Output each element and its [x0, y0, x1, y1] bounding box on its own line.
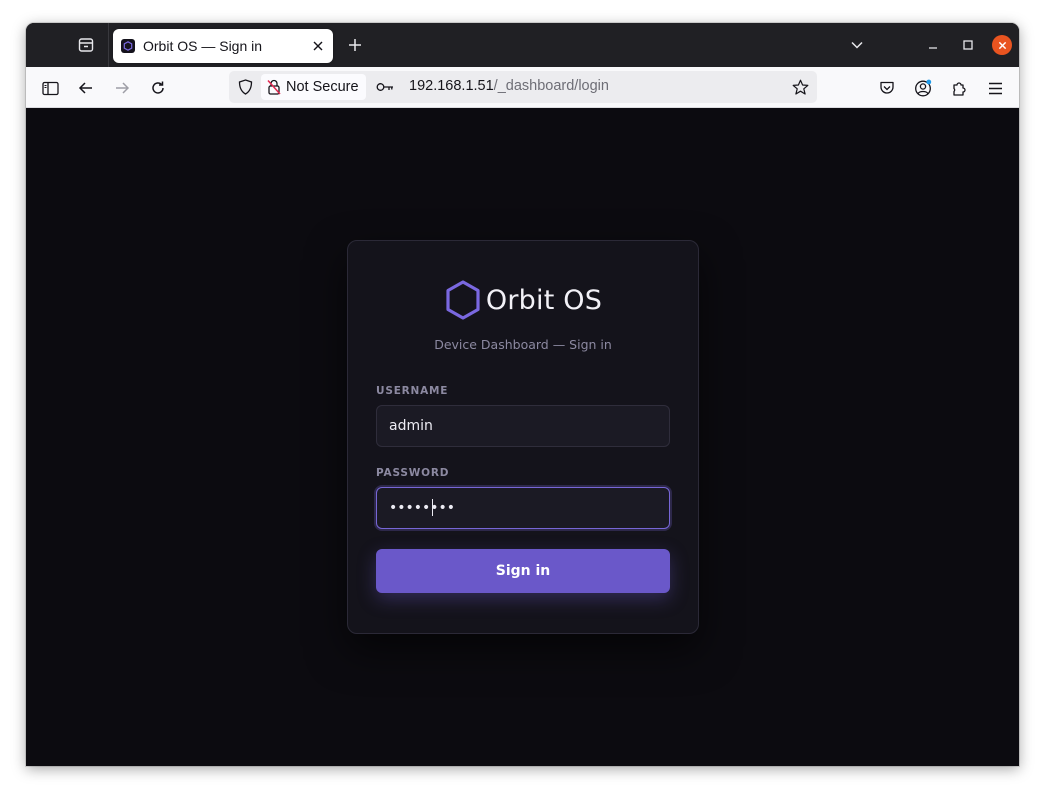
app-menu-button[interactable] — [983, 76, 1007, 100]
star-icon — [792, 79, 808, 95]
broken-lock-icon — [267, 79, 281, 95]
url-host: 192.168.1.51 — [409, 78, 494, 94]
plus-icon — [349, 39, 361, 51]
arrow-left-icon — [78, 82, 92, 94]
site-security-button[interactable]: Not Secure — [261, 74, 366, 100]
url-path: /_dashboard/login — [493, 78, 609, 94]
shield-icon — [238, 79, 252, 95]
forward-button[interactable] — [110, 76, 134, 100]
firefox-view-icon — [78, 38, 94, 52]
saved-logins-button[interactable] — [375, 77, 395, 97]
navigation-toolbar: Not Secure 192.168.1.51/_dashboard/login — [26, 67, 1019, 108]
password-input[interactable] — [376, 487, 670, 529]
username-label: USERNAME — [376, 385, 449, 397]
new-tab-button[interactable] — [344, 34, 366, 56]
close-icon — [313, 41, 323, 51]
back-button[interactable] — [74, 76, 98, 100]
close-icon — [998, 41, 1006, 49]
browser-window: Orbit OS — Sign in Not Secure 192.168.1.… — [26, 23, 1019, 766]
account-icon — [915, 79, 932, 97]
brand-name: Orbit OS — [485, 284, 603, 316]
hexagon-favicon-icon — [121, 39, 135, 53]
minimize-icon — [929, 47, 937, 49]
active-tab[interactable]: Orbit OS — Sign in — [113, 29, 333, 63]
tab-close-button[interactable] — [309, 37, 327, 55]
tracking-protection-button[interactable] — [235, 77, 255, 97]
bookmark-button[interactable] — [790, 77, 810, 97]
tab-title: Orbit OS — Sign in — [143, 38, 263, 54]
tab-divider — [108, 23, 109, 67]
puzzle-icon — [953, 81, 966, 96]
hexagon-logo-icon — [446, 280, 480, 320]
arrow-right-icon — [116, 82, 130, 94]
sidebar-icon — [41, 81, 59, 95]
extensions-button[interactable] — [947, 76, 971, 100]
tab-strip: Orbit OS — Sign in — [26, 23, 1019, 67]
page-subtitle: Device Dashboard — Sign in — [434, 337, 612, 352]
text-caret — [432, 499, 433, 516]
sign-in-button[interactable]: Sign in — [376, 549, 670, 593]
minimize-button[interactable] — [923, 35, 943, 55]
reload-button[interactable] — [146, 76, 170, 100]
not-secure-label: Not Secure — [286, 79, 359, 95]
username-input[interactable] — [376, 405, 670, 447]
chevron-down-icon — [851, 41, 863, 49]
maximize-button[interactable] — [958, 35, 978, 55]
address-bar[interactable]: Not Secure 192.168.1.51/_dashboard/login — [229, 71, 817, 103]
pocket-icon — [880, 81, 894, 94]
hamburger-menu-icon — [988, 82, 1002, 94]
brand-logo: Orbit OS — [348, 278, 698, 322]
url-text[interactable]: 192.168.1.51/_dashboard/login — [409, 78, 609, 94]
list-all-tabs-button[interactable] — [846, 34, 868, 56]
reload-icon — [152, 81, 164, 94]
login-card: Orbit OS Device Dashboard — Sign in USER… — [347, 240, 699, 634]
sidebar-button[interactable] — [38, 76, 62, 100]
account-button[interactable] — [911, 76, 935, 100]
firefox-view-button[interactable] — [74, 33, 98, 57]
key-icon — [376, 83, 393, 91]
password-label: PASSWORD — [376, 467, 450, 479]
maximize-icon — [963, 40, 973, 50]
page-content: Orbit OS Device Dashboard — Sign in USER… — [26, 108, 1019, 766]
pocket-button[interactable] — [875, 76, 899, 100]
close-window-button[interactable] — [992, 35, 1012, 55]
